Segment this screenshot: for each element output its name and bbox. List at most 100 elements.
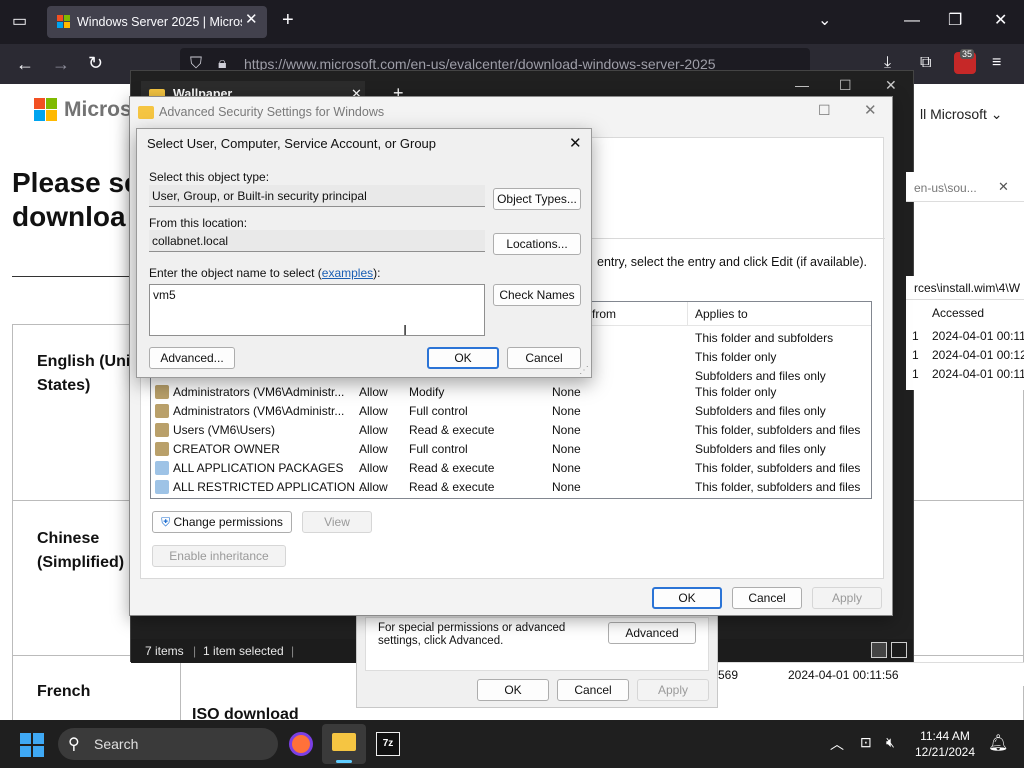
forward-icon[interactable]: → (52, 55, 70, 73)
type-cell: Allow (359, 480, 388, 494)
access-cell: Modify (409, 385, 445, 399)
table-row[interactable]: Administrators (VM6\Administr... Allow Mod… (155, 383, 869, 402)
shield-icon: ⛨ (161, 515, 171, 529)
explorer-file-row[interactable]: 569 2024-04-01 00:11:56 (718, 662, 1024, 686)
column-accessed[interactable]: Accessed (932, 306, 984, 320)
file-size: 569 (718, 668, 739, 682)
7zip-icon[interactable]: 7z (376, 732, 400, 756)
group-icon (155, 442, 169, 456)
tiles-view-icon[interactable] (891, 642, 907, 658)
access-cell: Read & execute (409, 480, 495, 494)
chevron-down-icon[interactable]: ⌄ (818, 13, 831, 29)
inherited-cell: None (552, 442, 581, 456)
notification-bell-icon[interactable]: 🔔︎ (988, 733, 1008, 753)
tab-close-icon[interactable]: ✕ (245, 12, 258, 28)
locations-button[interactable]: Locations... (493, 233, 581, 255)
language-chinese-line2: (Simplified) (37, 554, 125, 571)
object-types-button[interactable]: Object Types... (493, 188, 581, 210)
status-divider: | (291, 644, 295, 658)
explorer-path-bar[interactable]: rces\install.wim\4\W (906, 276, 1024, 300)
active-indicator (336, 760, 352, 763)
applies-cell: This folder, subfolders and files (695, 480, 861, 494)
page-heading: Please se downloa (12, 166, 140, 234)
cancel-button[interactable]: Cancel (507, 347, 581, 369)
maximize-icon[interactable]: ☐ (839, 77, 852, 94)
cancel-button[interactable]: Cancel (557, 679, 629, 701)
apply-button[interactable]: Apply (812, 587, 882, 609)
change-permissions-button[interactable]: ⛨ Change permissions (152, 511, 292, 533)
language-english: English (Unit States) (37, 350, 136, 398)
explorer-address-bar[interactable]: en-us\sou... ✕ (906, 172, 1024, 202)
view-button[interactable]: View (302, 511, 372, 533)
details-view-icon[interactable] (871, 642, 887, 658)
status-selected: 1 item selected (203, 644, 284, 658)
permission-rows: Administrators (VM6\Administr... Allow Mod… (151, 383, 871, 498)
package-icon (155, 480, 169, 494)
explorer-path-fragment: rces\install.wim\4\W (914, 281, 1021, 295)
close-window-icon[interactable]: ✕ (994, 13, 1007, 29)
extension-badge-icon[interactable]: 35 (954, 49, 976, 74)
taskbar-search[interactable]: ⚲ Search (58, 728, 278, 760)
extension-badge-count: 35 (960, 49, 975, 59)
enable-inheritance-button[interactable]: Enable inheritance (152, 545, 286, 567)
principal-cell: CREATOR OWNER (173, 442, 280, 456)
column-divider (687, 302, 688, 326)
menu-icon[interactable]: ≡ (992, 55, 1001, 71)
network-icon[interactable]: ⊡ (860, 734, 872, 751)
ok-button[interactable]: OK (427, 347, 499, 369)
cancel-button[interactable]: Cancel (732, 587, 802, 609)
close-window-icon[interactable]: ✕ (885, 77, 897, 94)
type-cell: Allow (359, 423, 388, 437)
restore-icon[interactable]: ❐ (948, 13, 962, 29)
explorer-taskbar-button[interactable] (322, 724, 366, 764)
back-icon[interactable]: ← (16, 55, 34, 73)
ok-button[interactable]: OK (477, 679, 549, 701)
group-icon (155, 404, 169, 418)
inherited-cell: None (552, 385, 581, 399)
close-icon[interactable]: ✕ (998, 179, 1009, 195)
apply-button[interactable]: Apply (637, 679, 709, 701)
new-tab-icon[interactable]: + (282, 10, 294, 30)
examples-link[interactable]: examples (322, 266, 373, 280)
microsoft-logo-icon[interactable] (34, 98, 57, 121)
table-row[interactable]: CREATOR OWNER Allow Full control None Subfol… (155, 440, 869, 459)
group-icon (155, 423, 169, 437)
chevron-up-icon[interactable]: ︿ (830, 734, 844, 754)
clock-time: 11:44 AM (920, 729, 970, 743)
resize-grip-icon[interactable]: ⋰ (579, 365, 589, 376)
firefox-icon[interactable] (289, 732, 313, 756)
minimize-icon[interactable]: — (795, 77, 809, 93)
heading-line-1: Please se (12, 167, 140, 198)
inherited-cell: None (552, 404, 581, 418)
access-cell: Full control (409, 442, 468, 456)
close-icon[interactable]: ✕ (864, 101, 877, 119)
browser-tab-active[interactable]: Windows Server 2025 | Microso ✕ (47, 6, 267, 38)
maximize-icon[interactable]: ☐ (818, 102, 831, 119)
ok-button[interactable]: OK (652, 587, 722, 609)
downloads-icon[interactable]: ⤓ (884, 55, 891, 71)
type-cell: Allow (359, 385, 388, 399)
object-type-field: User, Group, or Built-in security princi… (149, 185, 485, 207)
windows-start-icon[interactable] (20, 733, 44, 757)
close-icon[interactable]: ✕ (569, 134, 582, 152)
advanced-button[interactable]: Advanced... (149, 347, 235, 369)
advanced-button[interactable]: Advanced (608, 622, 696, 644)
object-name-input[interactable]: vm5 (149, 284, 485, 336)
table-row[interactable]: Administrators (VM6\Administr... Allow Ful… (155, 402, 869, 421)
reload-icon[interactable]: ↻ (88, 54, 103, 72)
all-microsoft-menu[interactable]: ll Microsoft ⌄ (920, 106, 1003, 123)
table-row[interactable]: ALL RESTRICTED APPLICATION ... Allow Read … (155, 478, 869, 497)
check-names-button[interactable]: Check Names (493, 284, 581, 306)
table-row[interactable]: ALL APPLICATION PACKAGES Allow Read & exec… (155, 459, 869, 478)
table-row[interactable]: Users (VM6\Users) Allow Read & execute None… (155, 421, 869, 440)
access-cell: Full control (409, 404, 468, 418)
properties-panel: For special permissions or advanced sett… (365, 617, 709, 671)
inherited-cell: None (552, 461, 581, 475)
clock[interactable]: 11:44 AM 12/21/2024 (910, 728, 980, 760)
extensions-icon[interactable]: ⧉ (920, 55, 931, 71)
volume-muted-icon[interactable]: 🔇︎ (886, 734, 895, 751)
column-applies-to[interactable]: Applies to (695, 307, 748, 321)
row-fragment: 1 (912, 348, 919, 362)
tab-list-icon[interactable]: ▭ (12, 14, 27, 30)
minimize-icon[interactable]: — (904, 13, 920, 29)
